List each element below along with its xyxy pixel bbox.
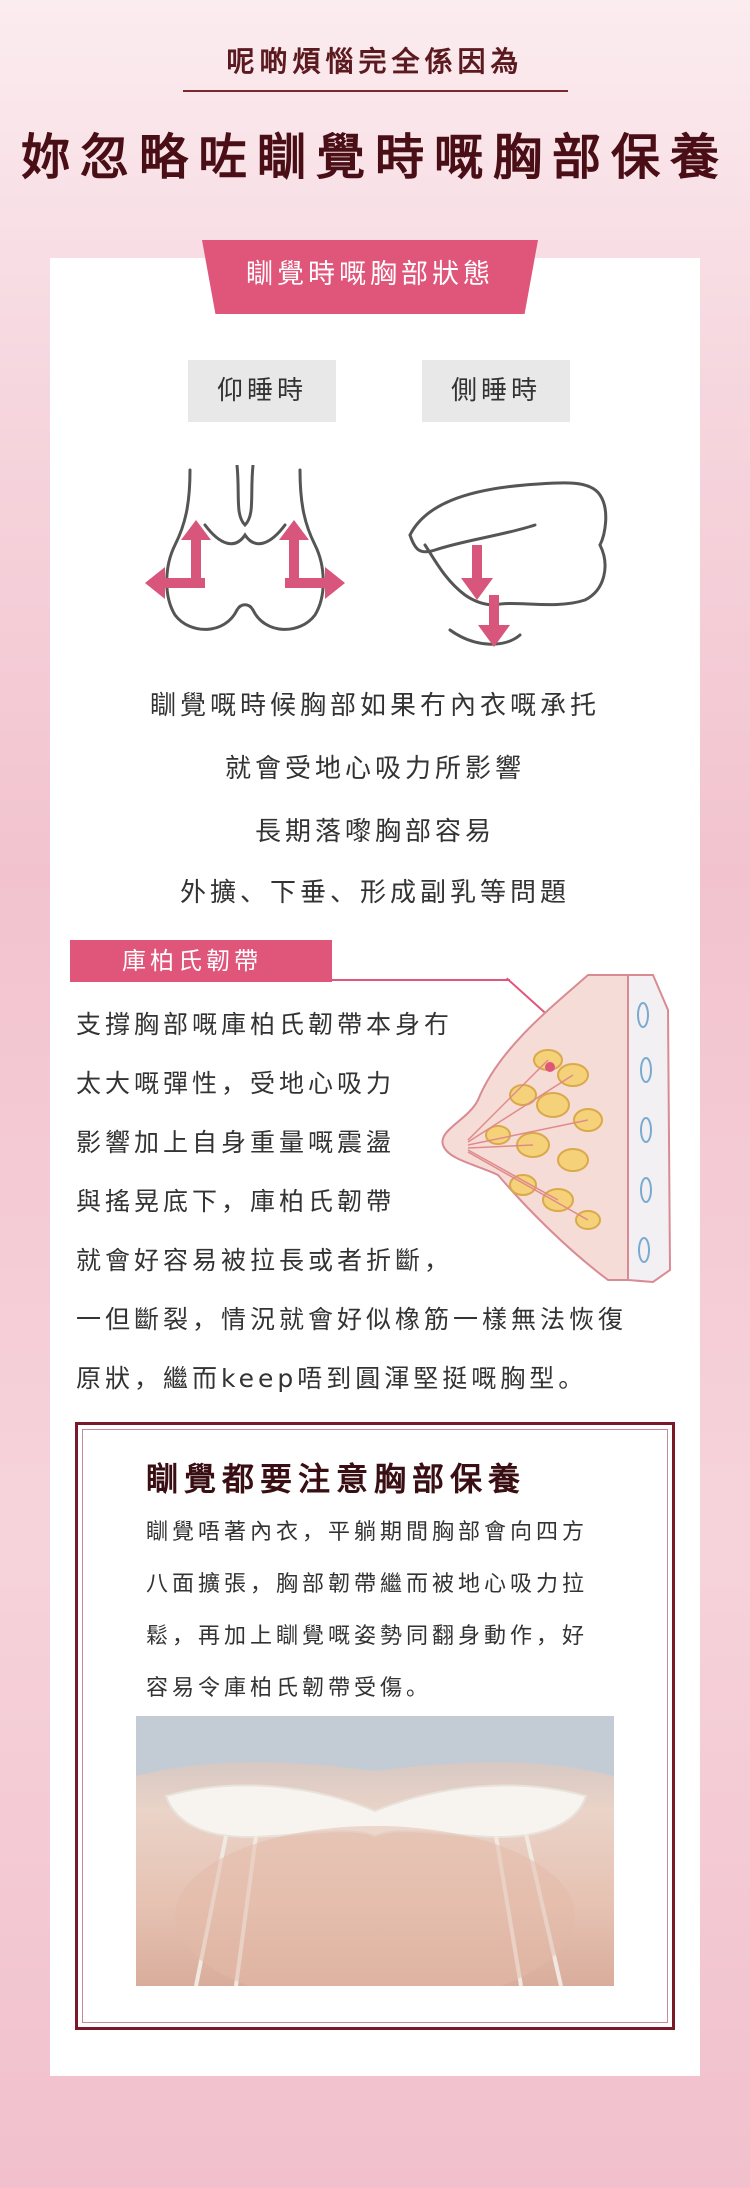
side-sleep-illustration bbox=[408, 481, 608, 647]
pill-supine: 仰睡時 bbox=[188, 360, 336, 422]
header-subtitle: 呢啲煩惱完全係因為 bbox=[226, 45, 524, 78]
body-text-line: 就會好容易被拉長或者折斷， bbox=[76, 1246, 454, 1275]
supine-illustration bbox=[145, 465, 345, 631]
header-divider bbox=[183, 90, 568, 92]
body-text-line: 太大嘅彈性，受地心吸力 bbox=[76, 1069, 396, 1098]
cooper-ligament-tag: 庫柏氏韌帶 bbox=[70, 940, 332, 982]
body-text-line: 支撐胸部嘅庫柏氏韌帶本身冇 bbox=[76, 1010, 454, 1039]
page-title: 妳忽略咗瞓覺時嘅胸部保養 bbox=[20, 128, 729, 186]
section-banner-label: 瞓覺時嘅胸部狀態 bbox=[246, 259, 494, 290]
pill-side: 側睡時 bbox=[422, 360, 570, 422]
body-text-line: 原狀，繼而keep唔到圓渾堅挺嘅胸型。 bbox=[76, 1364, 588, 1393]
tip-box-title: 瞓覺都要注意胸部保養 bbox=[146, 1460, 527, 1498]
body-text-line: 一但斷裂，情況就會好似橡筋一樣無法恢復 bbox=[76, 1305, 628, 1334]
body-text-line: 就會受地心吸力所影響 bbox=[224, 754, 525, 784]
body-text-line: 瞓覺嘅時候胸部如果冇內衣嘅承托 bbox=[149, 691, 600, 721]
body-text-line: 影響加上自身重量嘅震盪 bbox=[76, 1128, 396, 1157]
body-text-line: 外擴、下垂、形成副乳等問題 bbox=[179, 878, 570, 908]
tip-text-line: 八面擴張，胸部韌帶繼而被地心吸力拉 bbox=[146, 1572, 589, 1597]
breast-anatomy-illustration bbox=[441, 974, 672, 1284]
tip-text-line: 容易令庫柏氏韌帶受傷。 bbox=[146, 1676, 433, 1701]
tip-text-line: 鬆，再加上瞓覺嘅姿勢同翻身動作，好 bbox=[146, 1624, 589, 1649]
body-text-line: 與搖晃底下，庫柏氏韌帶 bbox=[76, 1187, 396, 1216]
tip-text-line: 瞓覺唔著內衣，平躺期間胸部會向四方 bbox=[146, 1520, 589, 1545]
sleeping-woman-photo bbox=[136, 1716, 614, 1986]
body-text-line: 長期落嚟胸部容易 bbox=[254, 817, 495, 847]
